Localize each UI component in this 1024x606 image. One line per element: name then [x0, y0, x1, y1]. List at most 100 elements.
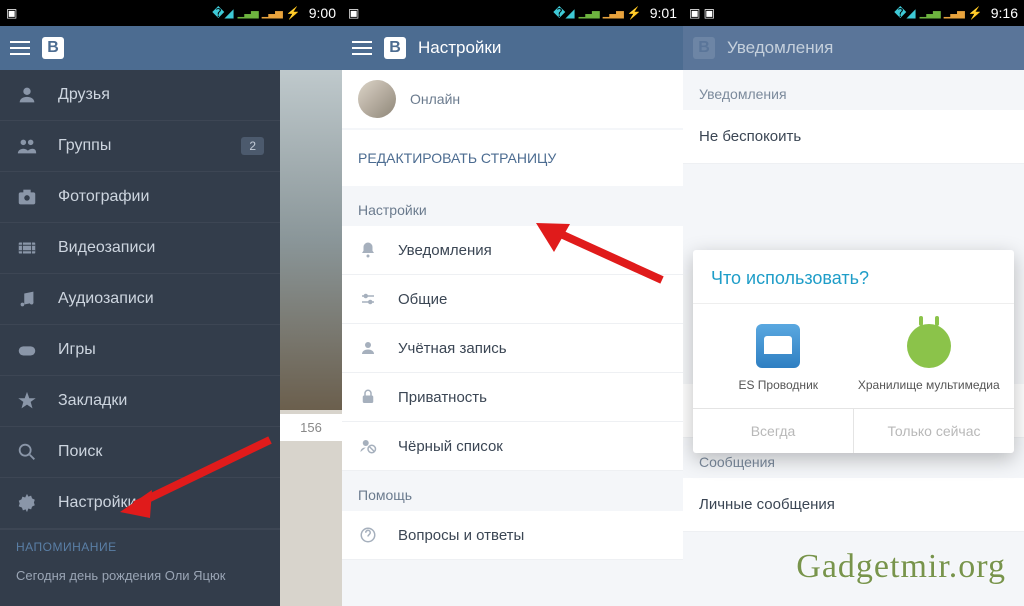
sidebar-label: Игры: [58, 341, 96, 359]
status-bar: ▣ �◢ ▁▃▅ ▁▃▅ ⚡ 9:00: [0, 0, 342, 26]
header-title: Уведомления: [727, 38, 833, 58]
sidebar-item-friends[interactable]: Друзья: [0, 70, 280, 121]
item-general[interactable]: Общие: [342, 275, 683, 324]
item-label: Чёрный список: [398, 438, 503, 455]
wifi-icon: �◢: [894, 6, 916, 20]
header-title: Настройки: [418, 38, 501, 58]
menu-icon[interactable]: [10, 41, 30, 55]
sidebar-label: Настройки: [58, 494, 136, 512]
item-label: Общие: [398, 291, 447, 308]
sidebar-birthday-reminder[interactable]: Сегодня день рождения Оли Яцюк: [0, 560, 280, 591]
sidebar-menu: Друзья Группы 2 Фотографии Видеозаписи А…: [0, 70, 280, 606]
user-icon: [358, 338, 378, 358]
media-storage-icon: [907, 324, 951, 368]
item-blacklist[interactable]: Чёрный список: [342, 422, 683, 471]
vk-logo-icon[interactable]: B: [384, 37, 406, 59]
battery-icon: ⚡: [286, 6, 301, 20]
screen-1-vk-menu: ▣ �◢ ▁▃▅ ▁▃▅ ⚡ 9:00 B Друзья Группы 2 Фо…: [0, 0, 342, 606]
watermark: Gadgetmir.org: [796, 548, 1006, 586]
button-always[interactable]: Всегда: [693, 409, 853, 453]
bell-icon: [358, 240, 378, 260]
sliders-icon: [358, 289, 378, 309]
camera-icon: [16, 186, 38, 208]
sidebar-label: Группы: [58, 137, 111, 155]
app-header: B Уведомления: [683, 26, 1024, 70]
profile-row[interactable]: Онлайн: [342, 70, 683, 128]
background-content: 156: [280, 70, 342, 606]
sidebar-item-games[interactable]: Игры: [0, 325, 280, 376]
lock-icon: [358, 387, 378, 407]
sidebar-label: Аудиозаписи: [58, 290, 154, 308]
sidebar-label: Поиск: [58, 443, 102, 461]
vk-logo-icon[interactable]: B: [693, 37, 715, 59]
item-privacy[interactable]: Приватность: [342, 373, 683, 422]
star-icon: [16, 390, 38, 412]
block-icon: [358, 436, 378, 456]
button-just-once[interactable]: Только сейчас: [853, 409, 1014, 453]
status-time: 9:00: [309, 5, 336, 21]
status-time: 9:01: [650, 5, 677, 21]
signal-icon: ▁▃▅: [920, 8, 940, 19]
vk-logo-icon[interactable]: B: [42, 37, 64, 59]
status-bar: ▣ �◢ ▁▃▅ ▁▃▅ ⚡ 9:01: [342, 0, 683, 26]
app-option-media[interactable]: Хранилище мультимедиа: [854, 324, 1005, 394]
avatar: [358, 80, 396, 118]
item-label: Приватность: [398, 389, 487, 406]
screen-3-notifications: ▣ ▣ �◢ ▁▃▅ ▁▃▅ ⚡ 9:16 B Уведомления Увед…: [683, 0, 1024, 606]
signal-icon: ▁▃▅: [238, 8, 258, 19]
menu-icon[interactable]: [352, 41, 372, 55]
video-icon: [16, 237, 38, 259]
item-account[interactable]: Учётная запись: [342, 324, 683, 373]
signal-icon-2: ▁▃▅: [262, 8, 282, 19]
battery-icon: ⚡: [627, 6, 642, 20]
sidebar-item-groups[interactable]: Группы 2: [0, 121, 280, 172]
wifi-icon: �◢: [553, 6, 575, 20]
item-faq[interactable]: Вопросы и ответы: [342, 511, 683, 560]
status-time: 9:16: [991, 5, 1018, 21]
sidebar-item-settings[interactable]: Настройки: [0, 478, 280, 529]
app-header: B: [0, 26, 342, 70]
status-bar: ▣ ▣ �◢ ▁▃▅ ▁▃▅ ⚡ 9:16: [683, 0, 1024, 26]
app-label: ES Проводник: [703, 378, 854, 394]
app-label: Хранилище мультимедиа: [854, 378, 1005, 394]
app-option-es[interactable]: ES Проводник: [703, 324, 854, 394]
badge-count: 2: [241, 137, 264, 155]
row-dnd[interactable]: Не беспокоить: [683, 110, 1024, 164]
sidebar-item-audio[interactable]: Аудиозаписи: [0, 274, 280, 325]
photo-thumbnail[interactable]: [280, 70, 342, 410]
groups-icon: [16, 135, 38, 157]
dialog-apps: ES Проводник Хранилище мультимедиа: [693, 304, 1014, 408]
notification-icon: ▣ ▣: [689, 6, 715, 20]
sidebar-item-photos[interactable]: Фотографии: [0, 172, 280, 223]
sidebar-item-videos[interactable]: Видеозаписи: [0, 223, 280, 274]
photo-count: 156: [280, 414, 342, 441]
item-notifications[interactable]: Уведомления: [342, 226, 683, 275]
dialog-title: Что использовать?: [693, 250, 1014, 304]
settings-content: Онлайн РЕДАКТИРОВАТЬ СТРАНИЦУ Настройки …: [342, 70, 683, 606]
es-explorer-icon: [756, 324, 800, 368]
friends-icon: [16, 84, 38, 106]
item-label: Вопросы и ответы: [398, 527, 524, 544]
search-icon: [16, 441, 38, 463]
gamepad-icon: [16, 339, 38, 361]
help-icon: [358, 525, 378, 545]
sidebar-item-bookmarks[interactable]: Закладки: [0, 376, 280, 427]
online-status: Онлайн: [410, 91, 460, 107]
sidebar-item-search[interactable]: Поиск: [0, 427, 280, 478]
item-label: Учётная запись: [398, 340, 507, 357]
notification-icon: ▣: [348, 6, 359, 20]
signal-icon-2: ▁▃▅: [603, 8, 623, 19]
row-personal-messages[interactable]: Личные сообщения: [683, 478, 1024, 532]
edit-page-button[interactable]: РЕДАКТИРОВАТЬ СТРАНИЦУ: [342, 130, 683, 186]
sidebar-label: Фотографии: [58, 188, 149, 206]
section-help: Помощь: [342, 471, 683, 511]
screen-2-settings: ▣ �◢ ▁▃▅ ▁▃▅ ⚡ 9:01 B Настройки Онлайн Р…: [342, 0, 683, 606]
sidebar-label: Закладки: [58, 392, 127, 410]
sidebar-label: Видеозаписи: [58, 239, 155, 257]
app-header: B Настройки: [342, 26, 683, 70]
item-label: Уведомления: [398, 242, 492, 259]
sidebar-section-reminder: НАПОМИНАНИЕ: [0, 529, 280, 560]
gear-icon: [16, 492, 38, 514]
signal-icon-2: ▁▃▅: [944, 8, 964, 19]
section-notifications: Уведомления: [683, 70, 1024, 110]
